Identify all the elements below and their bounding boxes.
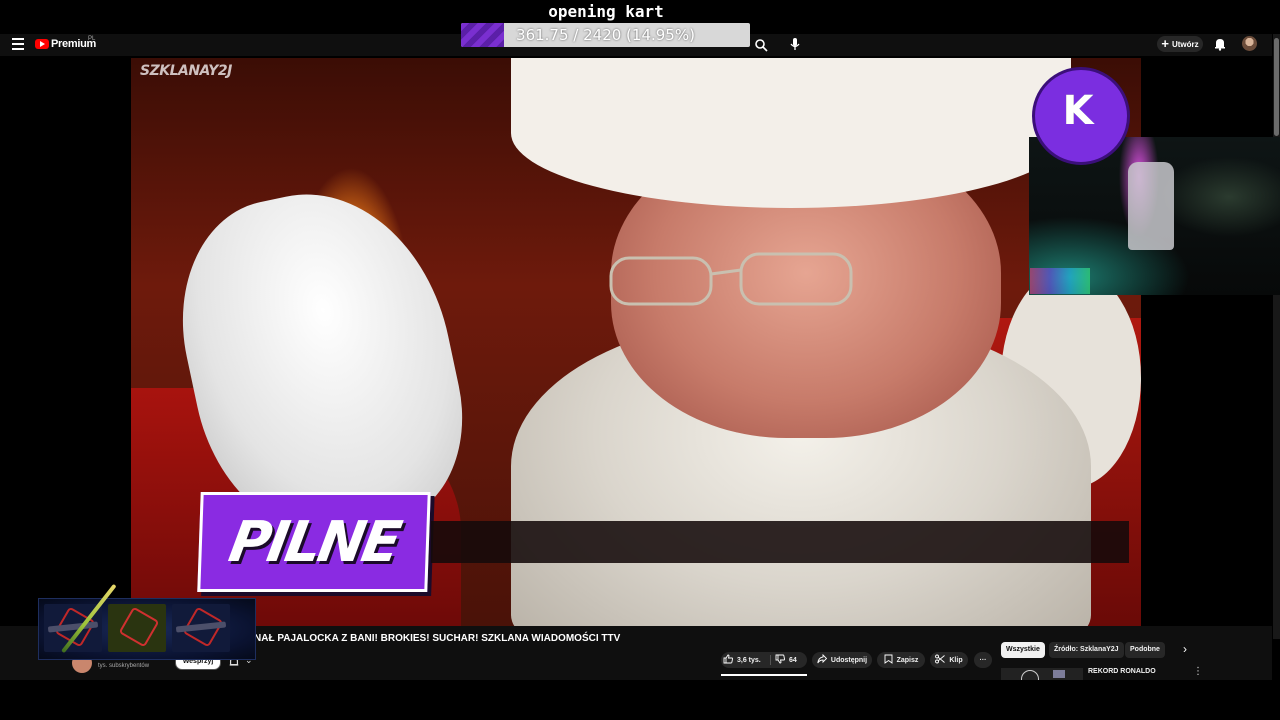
channel-subscriber-count: tys. subskrybentów — [98, 663, 150, 669]
clip-button[interactable]: Klip — [930, 652, 968, 668]
video-frame-santa-glasses — [609, 252, 853, 306]
case-item-slot — [172, 604, 230, 652]
stream-goal-progress-text: 361.75 / 2420 (14.95%) — [516, 26, 695, 44]
stream-goal-progress-bar: 361.75 / 2420 (14.95%) — [461, 23, 750, 47]
streamer-logo-mark: K — [1058, 88, 1098, 134]
like-divider — [770, 655, 771, 665]
create-button-label: Utwórz — [1171, 39, 1199, 49]
recommendation-more-icon[interactable]: ⋮ — [1193, 666, 1203, 677]
region-code: PL — [88, 36, 96, 42]
chevron-right-icon[interactable]: › — [1183, 642, 1187, 656]
case-item-slot — [108, 604, 166, 652]
save-label: Zapisz — [896, 656, 919, 664]
page-scrollbar-thumb[interactable] — [1274, 38, 1279, 136]
webcam-gaming-chair — [1128, 162, 1174, 250]
notifications-bell-icon[interactable] — [1213, 37, 1227, 51]
clip-label: Klip — [949, 656, 963, 664]
like-underline — [721, 674, 807, 676]
share-icon — [817, 653, 828, 666]
webcam-rgb-keyboard — [1030, 268, 1090, 294]
plus-icon: + — [1161, 36, 1169, 51]
recommendation-thumbnail[interactable] — [1001, 668, 1083, 680]
like-count: 3,6 tys. — [737, 656, 761, 664]
save-button[interactable]: Zapisz — [877, 652, 925, 668]
video-player[interactable]: SZKLANAY2J PILNE — [131, 58, 1141, 626]
share-label: Udostępnij — [830, 656, 868, 664]
like-button[interactable]: 3,6 tys. — [723, 652, 761, 668]
scissors-icon — [935, 654, 946, 666]
bookmark-icon — [884, 654, 893, 666]
youtube-logo-icon[interactable] — [35, 39, 49, 49]
stream-goal-title: opening kart — [548, 2, 664, 21]
video-frame-santa-hat — [511, 58, 1071, 208]
user-avatar[interactable] — [1242, 36, 1257, 51]
recommendation-title[interactable]: REKORD RONALDO — [1088, 668, 1156, 675]
chip-all[interactable]: Wszystkie — [1001, 642, 1045, 658]
thumbs-up-icon — [723, 654, 733, 666]
more-actions-button[interactable]: ··· — [974, 652, 992, 668]
breaking-news-badge: PILNE — [197, 492, 431, 592]
thumbs-down-icon — [775, 654, 785, 666]
create-button[interactable]: + Utwórz — [1157, 36, 1203, 52]
chip-similar[interactable]: Podobne — [1125, 642, 1165, 658]
search-icon[interactable] — [754, 38, 768, 52]
channel-watermark: SZKLANAY2J — [140, 63, 232, 79]
breaking-news-ticker — [431, 521, 1129, 563]
chip-source[interactable]: Źródło: SzklanaY2J — [1049, 642, 1124, 658]
video-title: NAŁ PAJALOCKA Z BANI! BROKIES! SUCHAR! S… — [254, 633, 621, 644]
share-button[interactable]: Udostępnij — [812, 652, 872, 668]
hamburger-menu-icon[interactable] — [12, 38, 24, 50]
breaking-news-label: PILNE — [224, 509, 404, 575]
microphone-icon[interactable] — [788, 37, 802, 51]
dislike-count: 64 — [789, 656, 797, 664]
dislike-button[interactable]: 64 — [775, 652, 797, 668]
